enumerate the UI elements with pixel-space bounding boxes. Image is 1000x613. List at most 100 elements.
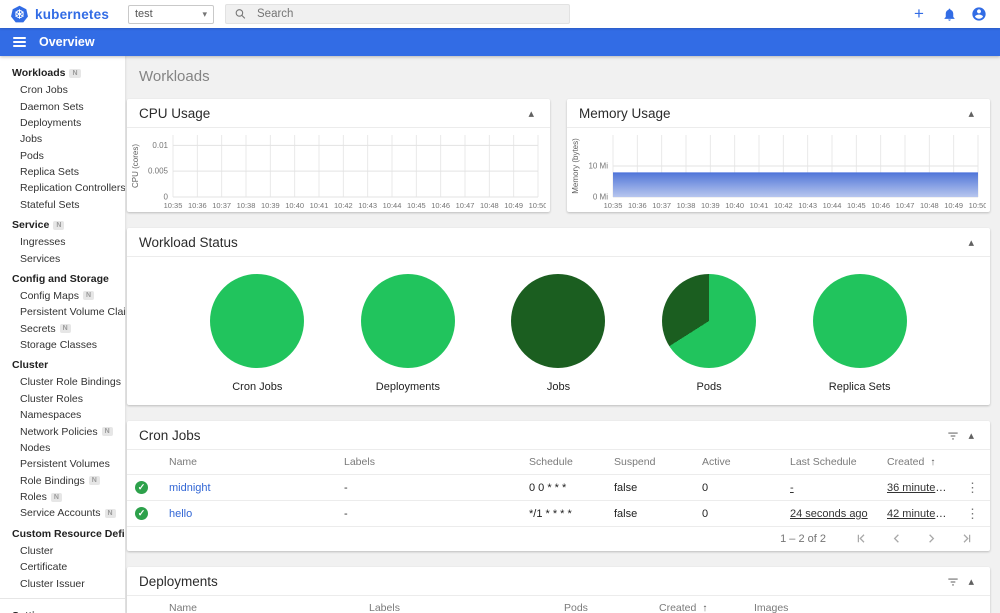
column-header-sorted[interactable]: Created ↑ [651, 596, 746, 613]
svg-text:10:41: 10:41 [310, 201, 329, 210]
sidebar-item-label: Cluster [20, 544, 54, 557]
brand-home-link[interactable]: kubernetes [0, 5, 128, 24]
sidebar-item-services[interactable]: Services [0, 250, 125, 266]
table-row[interactable]: ✓ midnight - 0 0 * * * false 0 - 36 minu… [127, 474, 990, 501]
sidebar-item-cluster[interactable]: Cluster [0, 543, 125, 559]
sidebar-item-daemon-sets[interactable]: Daemon Sets [0, 98, 125, 114]
sidebar-item-storage-classes[interactable]: Storage Classes [0, 337, 125, 353]
sidebar-item-role-bindings[interactable]: Role Bindings N [0, 473, 125, 489]
sidebar-item-cluster-role-bindings[interactable]: Cluster Role Bindings [0, 374, 125, 390]
filter-button[interactable] [942, 575, 964, 589]
collapse-card-button[interactable]: ▴ [964, 236, 978, 249]
pie-label: Jobs [546, 381, 571, 393]
card-title: Memory Usage [579, 106, 671, 121]
sidebar-item-stateful-sets[interactable]: Stateful Sets [0, 197, 125, 213]
notifications-button[interactable] [940, 5, 958, 23]
table-row[interactable]: ✓ hello - */1 * * * * false 0 24 seconds… [127, 500, 990, 527]
row-menu-button[interactable]: ⋮ [964, 506, 981, 522]
sidebar-item-cron-jobs[interactable]: Cron Jobs [0, 82, 125, 98]
cpu-usage-chart: 10:35 10:36 10:37 10:38 10:39 10:40 10:41 10:42… [127, 129, 547, 211]
sidebar-item-replica-sets[interactable]: Replica Sets [0, 164, 125, 180]
svg-text:10:45: 10:45 [407, 201, 426, 210]
suspend-cell: false [606, 474, 694, 501]
first-page-button[interactable] [848, 531, 875, 546]
sidebar-group-workloads[interactable]: Workloads N [0, 64, 125, 82]
collapse-card-button[interactable]: ▴ [964, 429, 978, 442]
column-header[interactable]: Active [694, 450, 782, 475]
column-header[interactable]: Labels [336, 450, 521, 475]
sidebar-group-service[interactable]: Service N [0, 216, 125, 234]
column-header-sorted[interactable]: Created ↑ [879, 450, 956, 475]
menu-icon[interactable] [13, 36, 26, 48]
sidebar-item-label: Role Bindings [20, 474, 85, 487]
chevron-up-icon: ▴ [968, 430, 974, 442]
collapse-card-button[interactable]: ▴ [524, 107, 538, 120]
sidebar-item-ingresses[interactable]: Ingresses [0, 234, 125, 250]
sidebar-group-label: Service [12, 219, 50, 231]
new-badge: N [50, 492, 62, 502]
status-ok-icon: ✓ [135, 507, 148, 520]
labels-cell: - [336, 474, 521, 501]
next-page-button[interactable] [918, 531, 945, 546]
sidebar-item-jobs[interactable]: Jobs [0, 131, 125, 147]
svg-text:10:40: 10:40 [725, 201, 744, 210]
sidebar-item-config-maps[interactable]: Config Maps N [0, 288, 125, 304]
sidebar-group-cluster[interactable]: Cluster [0, 356, 125, 374]
sidebar-item-persistent-volume-claims[interactable]: Persistent Volume ClaimsN [0, 304, 125, 320]
kubernetes-dashboard: kubernetes test ▾ + [0, 0, 1000, 613]
account-button[interactable] [970, 5, 988, 23]
sidebar-item-nodes[interactable]: Nodes [0, 440, 125, 456]
column-header[interactable]: Suspend [606, 450, 694, 475]
namespace-select[interactable]: test ▾ [128, 4, 214, 24]
sidebar-item-cluster-roles[interactable]: Cluster Roles [0, 391, 125, 407]
sidebar-item-secrets[interactable]: Secrets N [0, 321, 125, 337]
search-icon [235, 9, 246, 19]
resource-link[interactable]: hello [169, 508, 192, 520]
sidebar-item-cluster-issuer[interactable]: Cluster Issuer [0, 575, 125, 591]
row-menu-button[interactable]: ⋮ [964, 480, 981, 496]
column-header[interactable]: Labels [361, 596, 556, 613]
memory-usage-chart: 10:35 10:36 10:37 10:38 10:39 10:40 10:41 10:42… [567, 129, 987, 211]
resource-link[interactable]: midnight [169, 482, 211, 494]
sidebar-item-namespaces[interactable]: Namespaces [0, 407, 125, 423]
column-header[interactable]: Pods [556, 596, 651, 613]
sidebar-item-label: Nodes [20, 441, 51, 454]
pie-chart [210, 274, 305, 368]
sidebar-item-settings[interactable]: Settings [0, 605, 125, 613]
workload-status-card: Workload Status ▴ Cron Jobs Deployments Jo… [127, 228, 990, 405]
search-bar[interactable] [225, 4, 570, 24]
sidebar-item-certificate[interactable]: Certificate [0, 559, 125, 575]
column-header[interactable]: Last Schedule [782, 450, 879, 475]
collapse-card-button[interactable]: ▴ [964, 107, 978, 120]
sidebar-item-roles[interactable]: Roles N [0, 489, 125, 505]
table-header-row: Name Labels Schedule Suspend Active Last… [127, 450, 990, 475]
filter-button[interactable] [942, 429, 964, 443]
column-header[interactable]: Name [161, 596, 361, 613]
column-header[interactable]: Name [161, 450, 336, 475]
deployments-card: Deployments ▴ Name Labels Pods Created ↑… [127, 567, 990, 613]
new-badge: N [88, 476, 100, 486]
svg-text:10:43: 10:43 [798, 201, 817, 210]
new-badge: N [59, 324, 71, 334]
sidebar-group-custom-resource-definitions[interactable]: Custom Resource Definitions [0, 525, 125, 543]
workload-pie-cron-jobs: Cron Jobs [210, 274, 305, 393]
create-button[interactable]: + [910, 5, 928, 23]
sidebar-item-replication-controllers[interactable]: Replication Controllers [0, 180, 125, 196]
search-input[interactable] [257, 8, 561, 20]
cpu-usage-card: CPU Usage ▴ 10:35 10:36 10:37 10:38 10:39 10:… [127, 99, 550, 212]
previous-page-button[interactable] [883, 531, 910, 546]
workload-pie-pods: Pods [662, 274, 757, 393]
sort-ascending-icon: ↑ [930, 457, 936, 468]
sidebar-item-deployments[interactable]: Deployments [0, 115, 125, 131]
column-header[interactable]: Images [746, 596, 956, 613]
sidebar-item-service-accounts[interactable]: Service Accounts N [0, 505, 125, 521]
sidebar-item-network-policies[interactable]: Network Policies N [0, 423, 125, 439]
sidebar-item-persistent-volumes[interactable]: Persistent Volumes [0, 456, 125, 472]
sidebar-group-config-and-storage[interactable]: Config and Storage [0, 270, 125, 288]
sidebar-item-pods[interactable]: Pods [0, 148, 125, 164]
last-page-button[interactable] [953, 531, 980, 546]
svg-text:10:37: 10:37 [212, 201, 231, 210]
pie-label: Cron Jobs [232, 381, 283, 393]
collapse-card-button[interactable]: ▴ [964, 575, 978, 588]
column-header[interactable]: Schedule [521, 450, 606, 475]
